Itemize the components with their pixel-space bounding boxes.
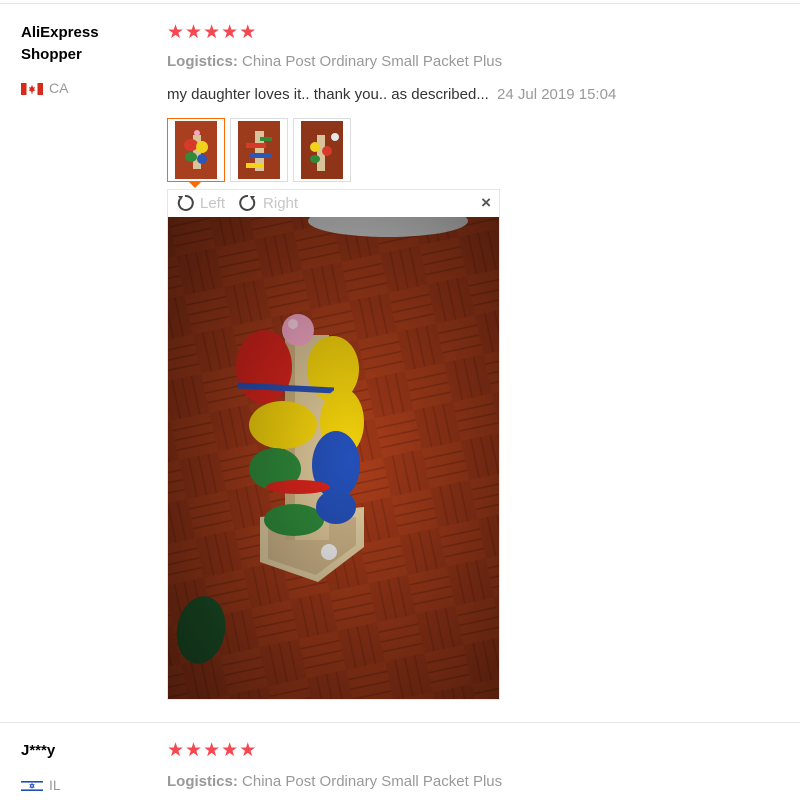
photo-thumbnail-3[interactable] <box>293 118 351 182</box>
logistics-info: Logistics: China Post Ordinary Small Pac… <box>167 773 502 790</box>
canada-flag-icon <box>21 82 43 95</box>
reviewer-name: J***y <box>21 742 56 759</box>
thumbnail-image <box>175 121 217 179</box>
star-icon: ★ <box>221 740 239 761</box>
star-icon: ★ <box>221 22 239 43</box>
close-icon: × <box>481 193 491 212</box>
photo-thumbnail-2[interactable] <box>230 118 288 182</box>
star-icon: ★ <box>239 22 257 43</box>
photo-thumbnails <box>167 118 351 188</box>
rotate-right-button[interactable]: Right <box>239 194 298 212</box>
close-viewer-button[interactable]: × <box>481 193 491 213</box>
reviewer-name: AliExpress Shopper <box>21 24 99 63</box>
country-code: IL <box>49 777 61 793</box>
star-icon: ★ <box>185 740 203 761</box>
star-icon: ★ <box>185 22 203 43</box>
star-icon: ★ <box>167 22 185 43</box>
reviewer-country: CA <box>21 80 68 96</box>
photo-thumbnail-1[interactable] <box>167 118 225 188</box>
logistics-label: Logistics: <box>167 773 238 790</box>
star-icon: ★ <box>203 22 221 43</box>
star-icon: ★ <box>239 740 257 761</box>
thumbnail-image <box>238 121 280 179</box>
thumbnail-image <box>301 121 343 179</box>
review-photo <box>168 217 499 699</box>
rotate-left-label: Left <box>200 194 226 212</box>
star-icon: ★ <box>203 740 221 761</box>
star-rating: ★ ★ ★ ★ ★ <box>167 22 256 44</box>
star-icon: ★ <box>167 740 185 761</box>
rotate-left-button[interactable]: Left <box>176 194 225 212</box>
logistics-info: Logistics: China Post Ordinary Small Pac… <box>167 53 502 70</box>
rotate-right-icon <box>239 194 256 211</box>
rotate-right-label: Right <box>263 194 299 212</box>
rotate-left-icon <box>177 194 194 211</box>
country-code: CA <box>49 80 69 96</box>
review-item: J***y IL ★ ★ ★ ★ ★ Logistics: China Post… <box>0 724 800 800</box>
reviewer-country: IL <box>21 777 61 793</box>
logistics-label: Logistics: <box>167 53 238 70</box>
review-date: 24 Jul 2019 15:04 <box>497 86 617 103</box>
israel-flag-icon <box>21 779 43 792</box>
logistics-value: China Post Ordinary Small Packet Plus <box>242 53 503 70</box>
photo-viewer: Left Right × <box>167 189 500 700</box>
review-item: AliExpress Shopper CA ★ ★ ★ ★ ★ Logistic… <box>0 0 800 720</box>
logistics-value: China Post Ordinary Small Packet Plus <box>242 773 503 790</box>
viewer-toolbar: Left Right × <box>168 190 499 216</box>
feedback-text: my daughter loves it.. thank you.. as de… <box>167 86 489 103</box>
star-rating: ★ ★ ★ ★ ★ <box>167 740 256 762</box>
review-feedback: my daughter loves it.. thank you.. as de… <box>167 86 616 103</box>
review-divider <box>0 722 800 723</box>
